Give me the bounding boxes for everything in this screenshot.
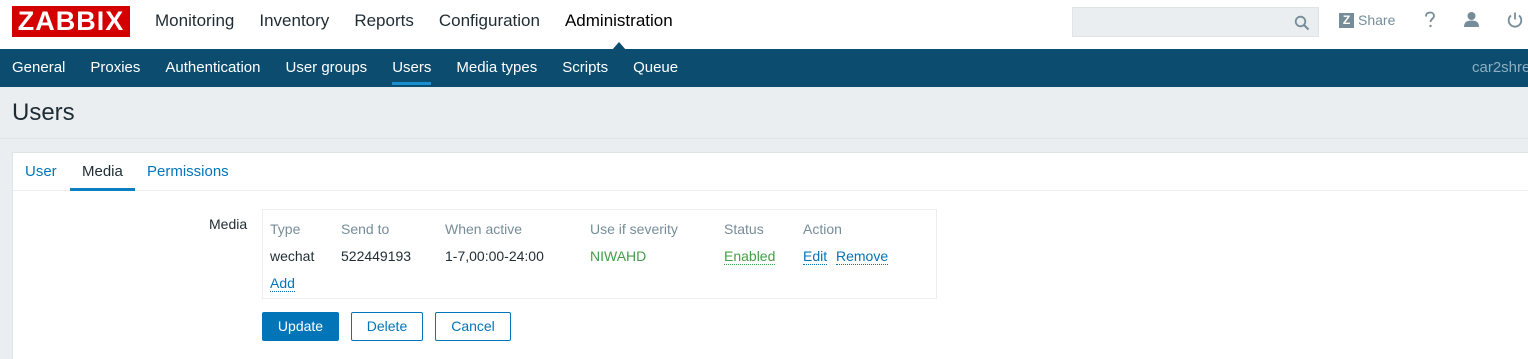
tab-user[interactable]: User	[25, 153, 57, 191]
submenu-general[interactable]: General	[12, 49, 65, 86]
tab-media[interactable]: Media	[70, 153, 135, 191]
media-field-label: Media	[209, 216, 248, 232]
menu-administration[interactable]: Administration	[565, 0, 673, 50]
submenu-queue[interactable]: Queue	[633, 49, 678, 86]
media-status-toggle[interactable]: Enabled	[724, 248, 776, 265]
media-remove-link[interactable]: Remove	[836, 248, 889, 265]
column-header-severity: Use if severity	[590, 221, 678, 237]
sub-menu: General Proxies Authentication User grou…	[0, 49, 1528, 87]
menu-inventory[interactable]: Inventory	[259, 0, 329, 49]
user-icon[interactable]	[1463, 11, 1480, 31]
page-title: Users	[12, 99, 75, 126]
media-when-active: 1-7,00:00-24:00	[445, 248, 544, 264]
share-link[interactable]: Z Share	[1339, 12, 1395, 28]
question-icon[interactable]	[1424, 11, 1436, 32]
server-name: car2shre	[1472, 59, 1528, 76]
cancel-button[interactable]: Cancel	[435, 312, 511, 341]
share-label: Share	[1358, 12, 1396, 28]
submenu-authentication[interactable]: Authentication	[165, 49, 260, 86]
top-header: ZABBIX Monitoring Inventory Reports Conf…	[0, 0, 1528, 50]
search-input[interactable]	[1072, 7, 1319, 37]
menu-reports[interactable]: Reports	[354, 0, 414, 49]
menu-monitoring[interactable]: Monitoring	[155, 0, 234, 49]
main-menu: Monitoring Inventory Reports Configurati…	[155, 0, 698, 50]
column-header-when-active: When active	[445, 221, 523, 237]
column-header-status: Status	[724, 221, 764, 237]
menu-configuration[interactable]: Configuration	[439, 0, 540, 49]
column-header-type: Type	[270, 221, 301, 237]
media-severity: NIWAHD	[590, 248, 647, 264]
submenu-user-groups[interactable]: User groups	[285, 49, 367, 86]
column-header-send-to: Send to	[341, 221, 390, 237]
tab-permissions[interactable]: Permissions	[147, 153, 229, 191]
media-edit-link[interactable]: Edit	[803, 248, 828, 265]
zabbix-share-icon: Z	[1339, 12, 1354, 28]
delete-button[interactable]: Delete	[351, 312, 423, 341]
form-tabs: User Media Permissions	[13, 153, 1528, 191]
submenu-proxies[interactable]: Proxies	[90, 49, 140, 86]
media-type: wechat	[270, 248, 315, 264]
column-header-action: Action	[803, 221, 842, 237]
zabbix-logo[interactable]: ZABBIX	[12, 6, 130, 37]
submenu-scripts[interactable]: Scripts	[562, 49, 608, 86]
update-button[interactable]: Update	[262, 312, 339, 341]
user-form: User Media Permissions Media Type Send t…	[12, 152, 1528, 359]
submenu-users[interactable]: Users	[392, 49, 432, 86]
submenu-media-types[interactable]: Media types	[456, 49, 537, 86]
media-send-to: 522449193	[341, 248, 412, 264]
search-icon[interactable]	[1294, 15, 1310, 34]
media-add-link[interactable]: Add	[270, 275, 295, 292]
title-divider	[0, 138, 1528, 139]
media-table: Type Send to When active Use if severity…	[262, 209, 937, 299]
power-icon[interactable]	[1506, 11, 1524, 32]
